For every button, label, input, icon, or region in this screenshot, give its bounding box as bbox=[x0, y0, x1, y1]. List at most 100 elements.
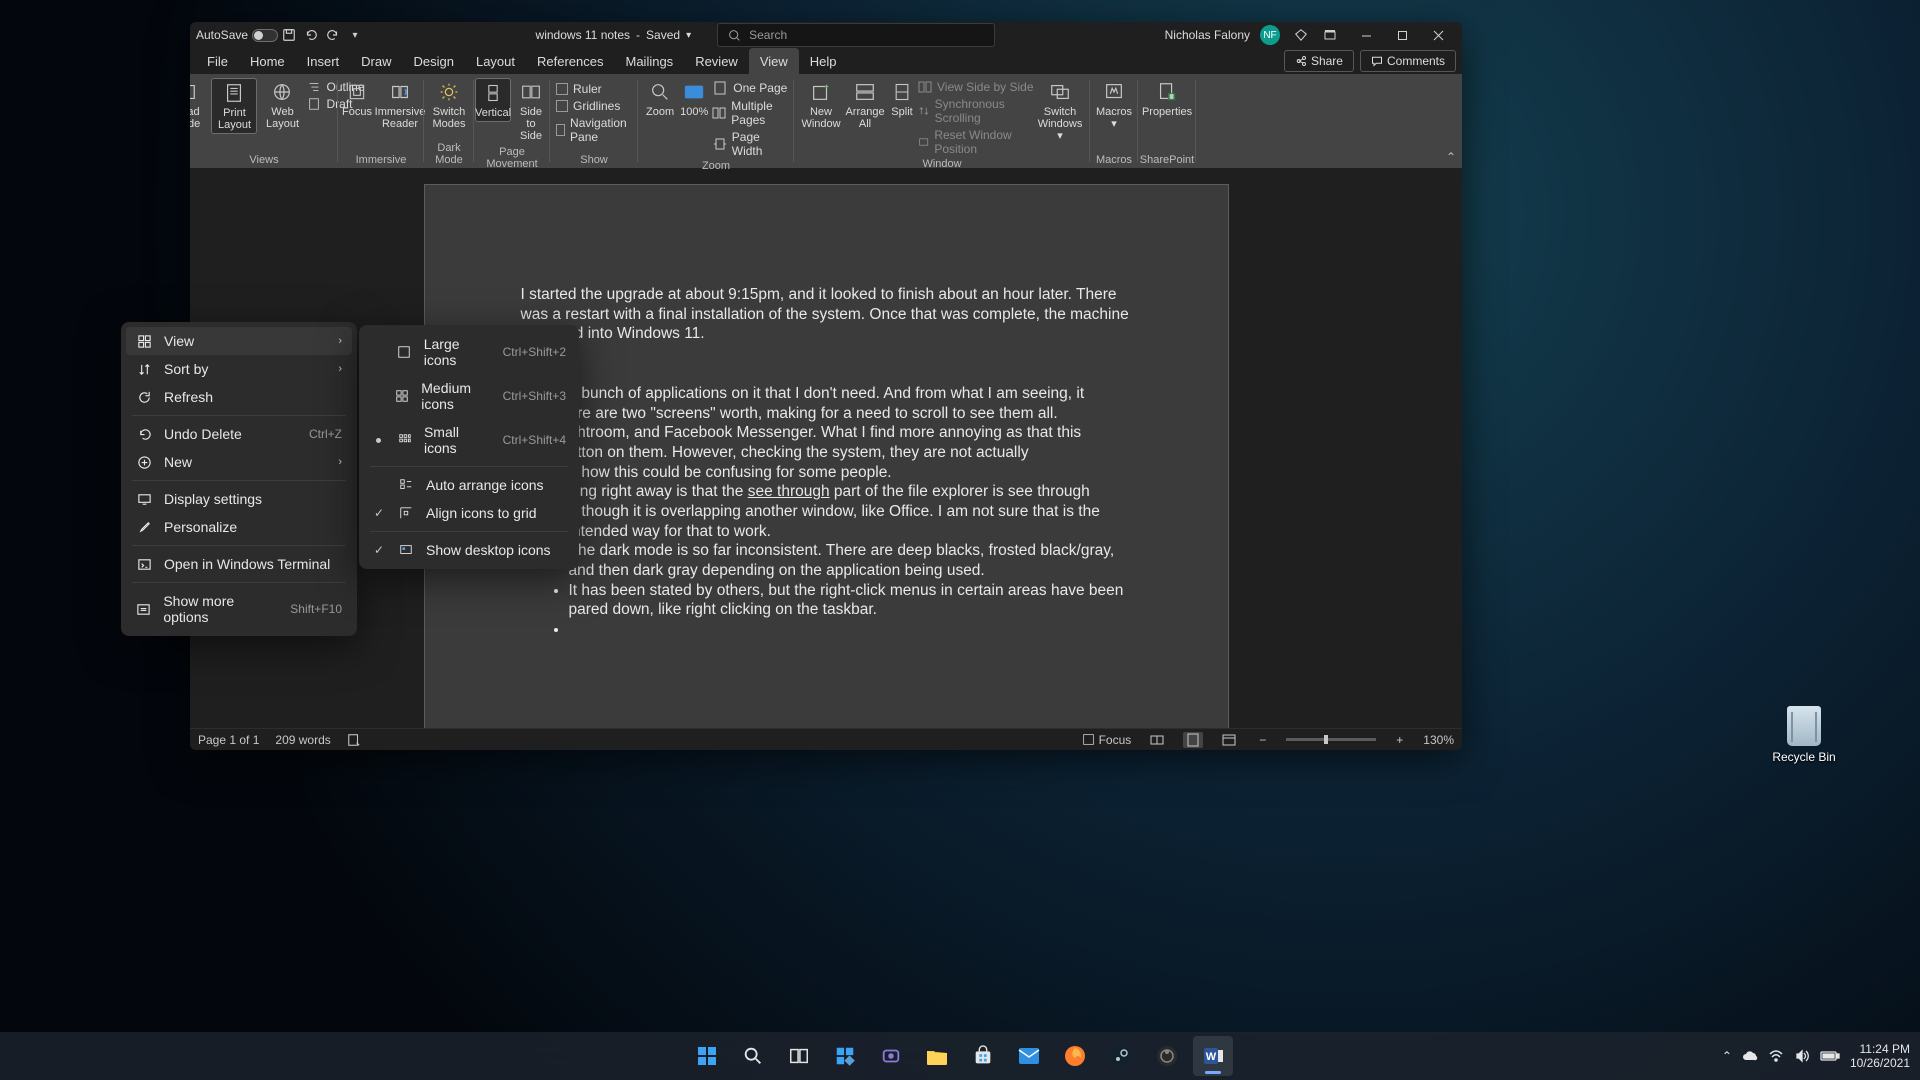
focus-mode-icon[interactable]: Focus bbox=[1082, 733, 1132, 747]
split-button[interactable]: Split bbox=[888, 78, 916, 120]
ctx-auto-arrange[interactable]: Auto arrange icons bbox=[364, 471, 574, 499]
properties-button[interactable]: SProperties bbox=[1144, 78, 1190, 120]
zoom-slider[interactable] bbox=[1286, 738, 1376, 741]
minimize-button[interactable] bbox=[1348, 22, 1384, 48]
tab-view[interactable]: View bbox=[749, 48, 799, 74]
autosave-toggle[interactable]: AutoSave bbox=[196, 28, 278, 42]
web-view-icon[interactable] bbox=[1219, 732, 1239, 748]
ctx-align-grid[interactable]: ✓Align icons to grid bbox=[364, 499, 574, 527]
focus-button[interactable]: Focus bbox=[339, 78, 375, 120]
chevron-right-icon: › bbox=[338, 363, 342, 375]
ctx-refresh[interactable]: Refresh bbox=[126, 383, 352, 411]
switch-modes-button[interactable]: Switch Modes bbox=[426, 78, 472, 132]
undo-icon[interactable] bbox=[300, 24, 322, 46]
switch-windows-button[interactable]: Switch Windows ▾ bbox=[1036, 78, 1084, 144]
zoom-in-icon[interactable]: + bbox=[1392, 733, 1407, 747]
tab-file[interactable]: File bbox=[196, 48, 239, 74]
page-indicator[interactable]: Page 1 of 1 bbox=[198, 733, 259, 747]
tab-references[interactable]: References bbox=[526, 48, 614, 74]
explorer-button[interactable] bbox=[917, 1036, 957, 1076]
ctx-show-icons[interactable]: ✓Show desktop icons bbox=[364, 536, 574, 564]
zoom-out-icon[interactable]: − bbox=[1255, 733, 1270, 747]
ctx-personalize[interactable]: Personalize bbox=[126, 513, 352, 541]
ruler-check[interactable]: Ruler bbox=[556, 82, 632, 96]
collapse-ribbon-icon[interactable]: ⌃ bbox=[1446, 150, 1456, 164]
save-icon[interactable] bbox=[278, 24, 300, 46]
immersive-reader-button[interactable]: Immersive Reader bbox=[377, 78, 423, 132]
one-page-icon bbox=[712, 80, 728, 96]
search-box[interactable]: Search bbox=[717, 23, 995, 47]
tab-home[interactable]: Home bbox=[239, 48, 296, 74]
multiple-pages-button[interactable]: Multiple Pages bbox=[712, 99, 788, 127]
ctx-undo-delete[interactable]: Undo DeleteCtrl+Z bbox=[126, 420, 352, 448]
mail-button[interactable] bbox=[1009, 1036, 1049, 1076]
steam-button[interactable] bbox=[1101, 1036, 1141, 1076]
tray-expand-icon[interactable]: ⌃ bbox=[1722, 1049, 1732, 1063]
onedrive-icon[interactable] bbox=[1742, 1050, 1758, 1062]
toggle-switch[interactable] bbox=[252, 29, 278, 42]
close-button[interactable] bbox=[1420, 22, 1456, 48]
title-dropdown-icon[interactable]: ▾ bbox=[686, 30, 691, 41]
tab-insert[interactable]: Insert bbox=[296, 48, 351, 74]
ctx-view[interactable]: View› bbox=[126, 327, 352, 355]
ctx-medium-icons[interactable]: Medium iconsCtrl+Shift+3 bbox=[364, 374, 574, 418]
ribbon-display-button[interactable] bbox=[1312, 22, 1348, 48]
ctx-terminal[interactable]: Open in Windows Terminal bbox=[126, 550, 352, 578]
word-button[interactable]: W bbox=[1193, 1036, 1233, 1076]
user-avatar[interactable]: NF bbox=[1260, 25, 1280, 45]
proofing-icon[interactable] bbox=[347, 733, 361, 747]
ctx-large-icons[interactable]: Large iconsCtrl+Shift+2 bbox=[364, 330, 574, 374]
qat-customize-icon[interactable]: ▾ bbox=[344, 24, 366, 46]
recycle-bin[interactable]: Recycle Bin bbox=[1766, 706, 1842, 764]
link-see-through[interactable]: see through bbox=[748, 483, 830, 500]
word-count[interactable]: 209 words bbox=[275, 733, 330, 747]
search-button[interactable] bbox=[733, 1036, 773, 1076]
store-button[interactable] bbox=[963, 1036, 1003, 1076]
read-view-icon[interactable] bbox=[1147, 732, 1167, 748]
zoom-button[interactable]: Zoom bbox=[644, 78, 676, 120]
diamond-icon[interactable] bbox=[1290, 24, 1312, 46]
tab-design[interactable]: Design bbox=[403, 48, 465, 74]
comments-button[interactable]: Comments bbox=[1360, 50, 1456, 72]
tab-review[interactable]: Review bbox=[684, 48, 749, 74]
side-to-side-button[interactable]: Side to Side bbox=[513, 78, 549, 144]
gridlines-check[interactable]: Gridlines bbox=[556, 99, 632, 113]
obs-button[interactable] bbox=[1147, 1036, 1187, 1076]
chevron-right-icon: › bbox=[338, 456, 342, 468]
firefox-button[interactable] bbox=[1055, 1036, 1095, 1076]
new-window-button[interactable]: New Window bbox=[800, 78, 842, 132]
hundred-button[interactable]: 100% bbox=[678, 78, 710, 120]
tab-mailings[interactable]: Mailings bbox=[615, 48, 685, 74]
wifi-icon[interactable] bbox=[1768, 1049, 1784, 1063]
print-view-icon[interactable] bbox=[1183, 732, 1203, 748]
one-page-button[interactable]: One Page bbox=[712, 80, 788, 96]
widgets-button[interactable] bbox=[825, 1036, 865, 1076]
macros-button[interactable]: Macros▾ bbox=[1091, 78, 1137, 132]
tab-draw[interactable]: Draw bbox=[350, 48, 402, 74]
vertical-button[interactable]: Vertical bbox=[475, 78, 511, 122]
ctx-sort[interactable]: Sort by› bbox=[126, 355, 352, 383]
tab-layout[interactable]: Layout bbox=[465, 48, 526, 74]
battery-icon[interactable] bbox=[1820, 1050, 1840, 1062]
arrange-all-button[interactable]: Arrange All bbox=[844, 78, 886, 132]
share-button[interactable]: Share bbox=[1284, 50, 1354, 72]
ctx-more-options[interactable]: Show more optionsShift+F10 bbox=[126, 587, 352, 631]
clock[interactable]: 11:24 PM 10/26/2021 bbox=[1850, 1042, 1910, 1070]
zoom-value[interactable]: 130% bbox=[1423, 733, 1454, 747]
page-width-button[interactable]: Page Width bbox=[712, 130, 788, 158]
maximize-button[interactable] bbox=[1384, 22, 1420, 48]
sound-icon[interactable] bbox=[1794, 1049, 1810, 1063]
web-layout-button[interactable]: Web Layout bbox=[259, 78, 305, 132]
navigation-check[interactable]: Navigation Pane bbox=[556, 116, 632, 144]
start-button[interactable] bbox=[687, 1036, 727, 1076]
ctx-display-settings[interactable]: Display settings bbox=[126, 485, 352, 513]
teams-button[interactable] bbox=[871, 1036, 911, 1076]
print-layout-button[interactable]: Print Layout bbox=[211, 78, 257, 134]
tab-help[interactable]: Help bbox=[799, 48, 848, 74]
read-mode-button[interactable]: Read Mode bbox=[190, 78, 209, 132]
ctx-small-icons[interactable]: Small iconsCtrl+Shift+4 bbox=[364, 418, 574, 462]
redo-icon[interactable] bbox=[322, 24, 344, 46]
ctx-new[interactable]: New› bbox=[126, 448, 352, 476]
task-view-button[interactable] bbox=[779, 1036, 819, 1076]
user-area[interactable]: Nicholas Falony NF bbox=[1165, 25, 1280, 45]
